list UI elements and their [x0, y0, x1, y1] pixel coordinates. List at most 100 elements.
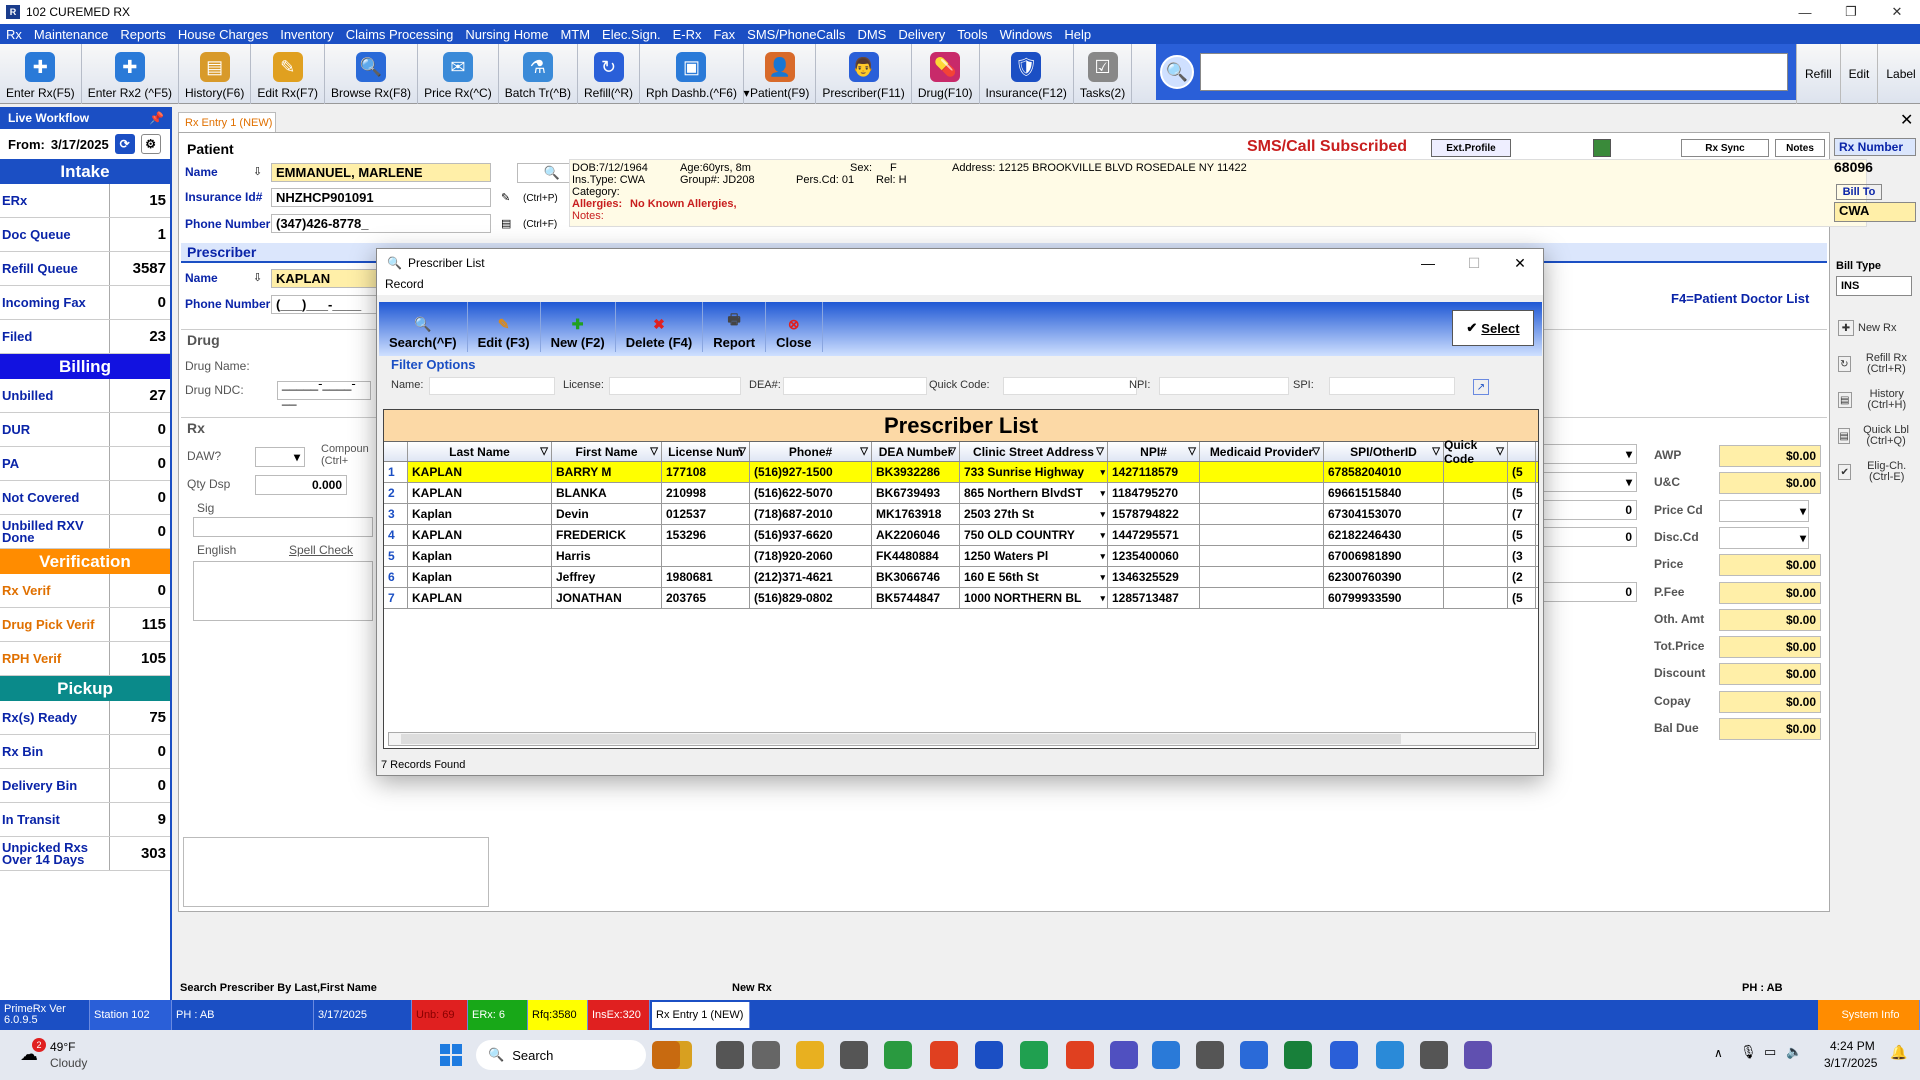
volume-icon[interactable]: 🔈 — [1786, 1044, 1802, 1060]
toolbar-rph-dashb-f6-button[interactable]: ▣ Rph Dashb.(^F6) ▾ — [640, 44, 750, 104]
price-field-disc-cd[interactable]: ▾ — [1719, 526, 1809, 549]
table-row[interactable]: 2 KAPLAN BLANKA 210998 (516)622-5070 BK673949… — [384, 483, 1538, 504]
taskbar-primerx-icon[interactable] — [1196, 1041, 1224, 1069]
dialog-menu-record[interactable]: Record — [385, 277, 424, 291]
menu-dms[interactable]: DMS — [851, 27, 892, 42]
table-row[interactable]: 7 KAPLAN JONATHAN 203765 (516)829-0802 BK5744… — [384, 588, 1538, 609]
dropdown-arrow-icon[interactable]: ⇩ — [253, 165, 262, 178]
menu-house-charges[interactable]: House Charges — [172, 27, 274, 42]
menu-sms-phonecalls[interactable]: SMS/PhoneCalls — [741, 27, 851, 42]
patient-doctor-list-link[interactable]: F4=Patient Doctor List — [1671, 291, 1809, 306]
toolbar-history-f6-button[interactable]: ▤ History(F6) — [179, 44, 252, 104]
toolbar-refill-r-button[interactable]: ↻ Refill(^R) — [578, 44, 640, 104]
notes-box[interactable] — [183, 837, 489, 907]
rx-sync-button[interactable]: Rx Sync — [1681, 139, 1769, 157]
right-elig-ch-ctrl-e-button[interactable]: ✔ Elig-Ch. (Ctrl-E) — [1834, 454, 1918, 490]
unbilled-count[interactable]: Unb: 69 — [412, 1000, 468, 1030]
search-icon[interactable]: 🔍 — [1160, 55, 1194, 89]
horizontal-scrollbar[interactable] — [388, 732, 1536, 746]
toolbar-tasks-2-button[interactable]: ☑ Tasks(2) — [1074, 44, 1133, 104]
sidebar-item-pa[interactable]: PA 0 — [0, 447, 170, 481]
column-header-last-name[interactable]: Last Name ▽ — [408, 442, 552, 461]
close-tab-icon[interactable]: ✕ — [1900, 110, 1913, 130]
drug-ndc-field[interactable]: _____-____-__ — [277, 376, 371, 406]
tab-rx-entry[interactable]: Rx Entry 1 (NEW) — [178, 112, 276, 132]
toolbar-prescriber-f11-button[interactable]: 👨 Prescriber(F11) — [816, 44, 912, 104]
sidebar-item-drug-pick-verif[interactable]: Drug Pick Verif 115 — [0, 608, 170, 642]
column-header-medicaid-provider[interactable]: Medicaid Provider ▽ — [1200, 442, 1324, 461]
sig-text-area[interactable] — [193, 561, 373, 621]
menu-nursing-home[interactable]: Nursing Home — [459, 27, 554, 42]
price-field-bal-due[interactable]: $0.00 — [1719, 718, 1821, 740]
patient-name-field[interactable]: EMMANUEL, MARLENE — [271, 163, 491, 182]
filter-quick-code-input[interactable] — [1003, 377, 1137, 395]
sidebar-item-in-transit[interactable]: In Transit 9 — [0, 803, 170, 837]
from-date[interactable]: 3/17/2025 — [51, 137, 109, 152]
menu-delivery[interactable]: Delivery — [892, 27, 951, 42]
sidebar-item-rx-verif[interactable]: Rx Verif 0 — [0, 574, 170, 608]
price-field-discount[interactable]: $0.00 — [1719, 663, 1821, 686]
edit-patient-icon[interactable]: ✎ — [501, 191, 510, 204]
right-new-rx-button[interactable]: ✚ New Rx — [1834, 310, 1918, 346]
dialog-close-button[interactable]: ✕ — [1497, 249, 1543, 277]
filter-funnel-icon[interactable]: ▽ — [1188, 446, 1196, 457]
family-icon[interactable]: ▤ — [501, 217, 511, 230]
taskbar-terminal-icon[interactable] — [716, 1041, 744, 1069]
prescriber-name-field[interactable]: KAPLAN — [271, 269, 381, 288]
taskbar-remote-icon[interactable] — [1376, 1041, 1404, 1069]
sidebar-item-unbilled[interactable]: Unbilled 27 — [0, 379, 170, 413]
close-button[interactable]: ✕ — [1874, 0, 1920, 24]
taskbar-whatsapp-icon[interactable] — [1020, 1041, 1048, 1069]
bill-to-button[interactable]: Bill To — [1836, 184, 1882, 200]
bill-type-select[interactable]: INS — [1836, 276, 1912, 296]
mid-select-1[interactable]: ▾ — [1541, 444, 1637, 464]
patient-phone-field[interactable]: (347)426-8778_ — [271, 214, 491, 233]
filter-funnel-icon[interactable]: ▽ — [1312, 446, 1320, 457]
bill-to-select[interactable]: CWA — [1834, 202, 1916, 222]
dialog-delete-f4-button[interactable]: ✖ Delete (F4) — [616, 302, 704, 352]
toolbar-price-rx-c-button[interactable]: ✉ Price Rx(^C) — [418, 44, 499, 104]
toolbar-insurance-f12-button[interactable]: 🛡 Insurance(F12) — [980, 44, 1074, 104]
address-dropdown-icon[interactable]: ▾ — [1100, 551, 1105, 562]
sig-input[interactable] — [193, 517, 373, 537]
taskbar-notepad-icon[interactable] — [1152, 1041, 1180, 1069]
table-row[interactable]: 5 Kaplan Harris (718)920-2060 FK4480884 1250 … — [384, 546, 1538, 567]
taskbar-teams-2-icon[interactable] — [1464, 1041, 1492, 1069]
table-row[interactable]: 6 Kaplan Jeffrey 1980681 (212)371-4621 BK3066… — [384, 567, 1538, 588]
price-field-awp[interactable]: $0.00 — [1719, 445, 1821, 467]
menu-help[interactable]: Help — [1058, 27, 1097, 42]
toolbar-edit-rx-f7-button[interactable]: ✎ Edit Rx(F7) — [251, 44, 326, 104]
column-header-quick-code[interactable]: Quick Code ▽ — [1444, 438, 1508, 466]
mid-field-5[interactable]: 0 — [1541, 582, 1637, 602]
mid-select-2[interactable]: ▾ — [1541, 472, 1637, 492]
address-dropdown-icon[interactable]: ▾ — [1100, 488, 1105, 499]
refill-queue-count[interactable]: Rfq:3580 — [528, 1000, 588, 1030]
filter-funnel-icon[interactable]: ▽ — [860, 446, 868, 457]
menu-inventory[interactable]: Inventory — [274, 27, 339, 42]
spell-check-link[interactable]: Spell Check — [289, 543, 353, 557]
sidebar-item-dur[interactable]: DUR 0 — [0, 413, 170, 447]
mid-field-3[interactable]: 0 — [1541, 500, 1637, 520]
sidebar-item-doc-queue[interactable]: Doc Queue 1 — [0, 218, 170, 252]
taskbar-excel-icon[interactable] — [1284, 1041, 1312, 1069]
sidebar-item-unpicked-rxs-over-14-days[interactable]: Unpicked Rxs Over 14 Days 303 — [0, 837, 170, 871]
system-info-button[interactable]: System Info — [1818, 1000, 1920, 1030]
price-field-p-fee[interactable]: $0.00 — [1719, 581, 1821, 604]
ext-profile-button[interactable]: Ext.Profile — [1431, 139, 1511, 157]
sidebar-item-not-covered[interactable]: Not Covered 0 — [0, 481, 170, 515]
filter-funnel-icon[interactable]: ▽ — [738, 446, 746, 457]
sidebar-item-rph-verif[interactable]: RPH Verif 105 — [0, 642, 170, 676]
menu-rx[interactable]: Rx — [0, 27, 28, 42]
filter-name-input[interactable] — [429, 377, 555, 395]
clear-filter-icon[interactable]: ↗ — [1473, 379, 1489, 395]
address-dropdown-icon[interactable]: ▾ — [1100, 572, 1105, 583]
taskbar-briefcase-icon[interactable] — [652, 1041, 680, 1069]
address-dropdown-icon[interactable]: ▾ — [1100, 467, 1105, 478]
column-header-clinic-street-address[interactable]: Clinic Street Address ▽ — [960, 442, 1108, 461]
ins-exception-count[interactable]: InsEx:320 — [588, 1000, 650, 1030]
column-header-dea-number[interactable]: DEA Number ▽ — [872, 442, 960, 461]
taskbar-rx-app-icon[interactable] — [930, 1041, 958, 1069]
maximize-button[interactable]: ❐ — [1828, 0, 1874, 24]
menu-mtm[interactable]: MTM — [554, 27, 596, 42]
address-dropdown-icon[interactable]: ▾ — [1100, 530, 1105, 541]
